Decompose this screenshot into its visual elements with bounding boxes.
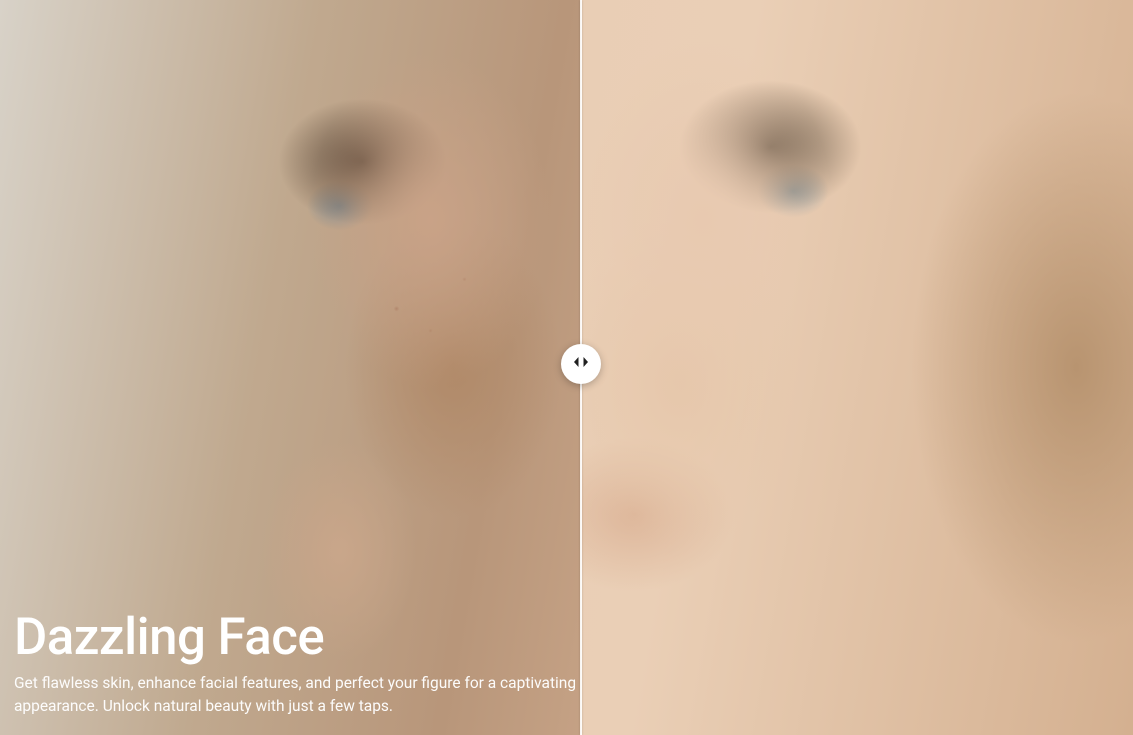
- comparison-slider-handle[interactable]: [561, 344, 601, 384]
- hero-title: Dazzling Face: [14, 610, 654, 666]
- hero-text-overlay: Dazzling Face Get flawless skin, enhance…: [14, 610, 654, 717]
- horizontal-arrows-icon: [572, 354, 590, 373]
- hero-subtitle: Get flawless skin, enhance facial featur…: [14, 672, 654, 717]
- before-after-comparison: Dazzling Face Get flawless skin, enhance…: [0, 0, 1133, 735]
